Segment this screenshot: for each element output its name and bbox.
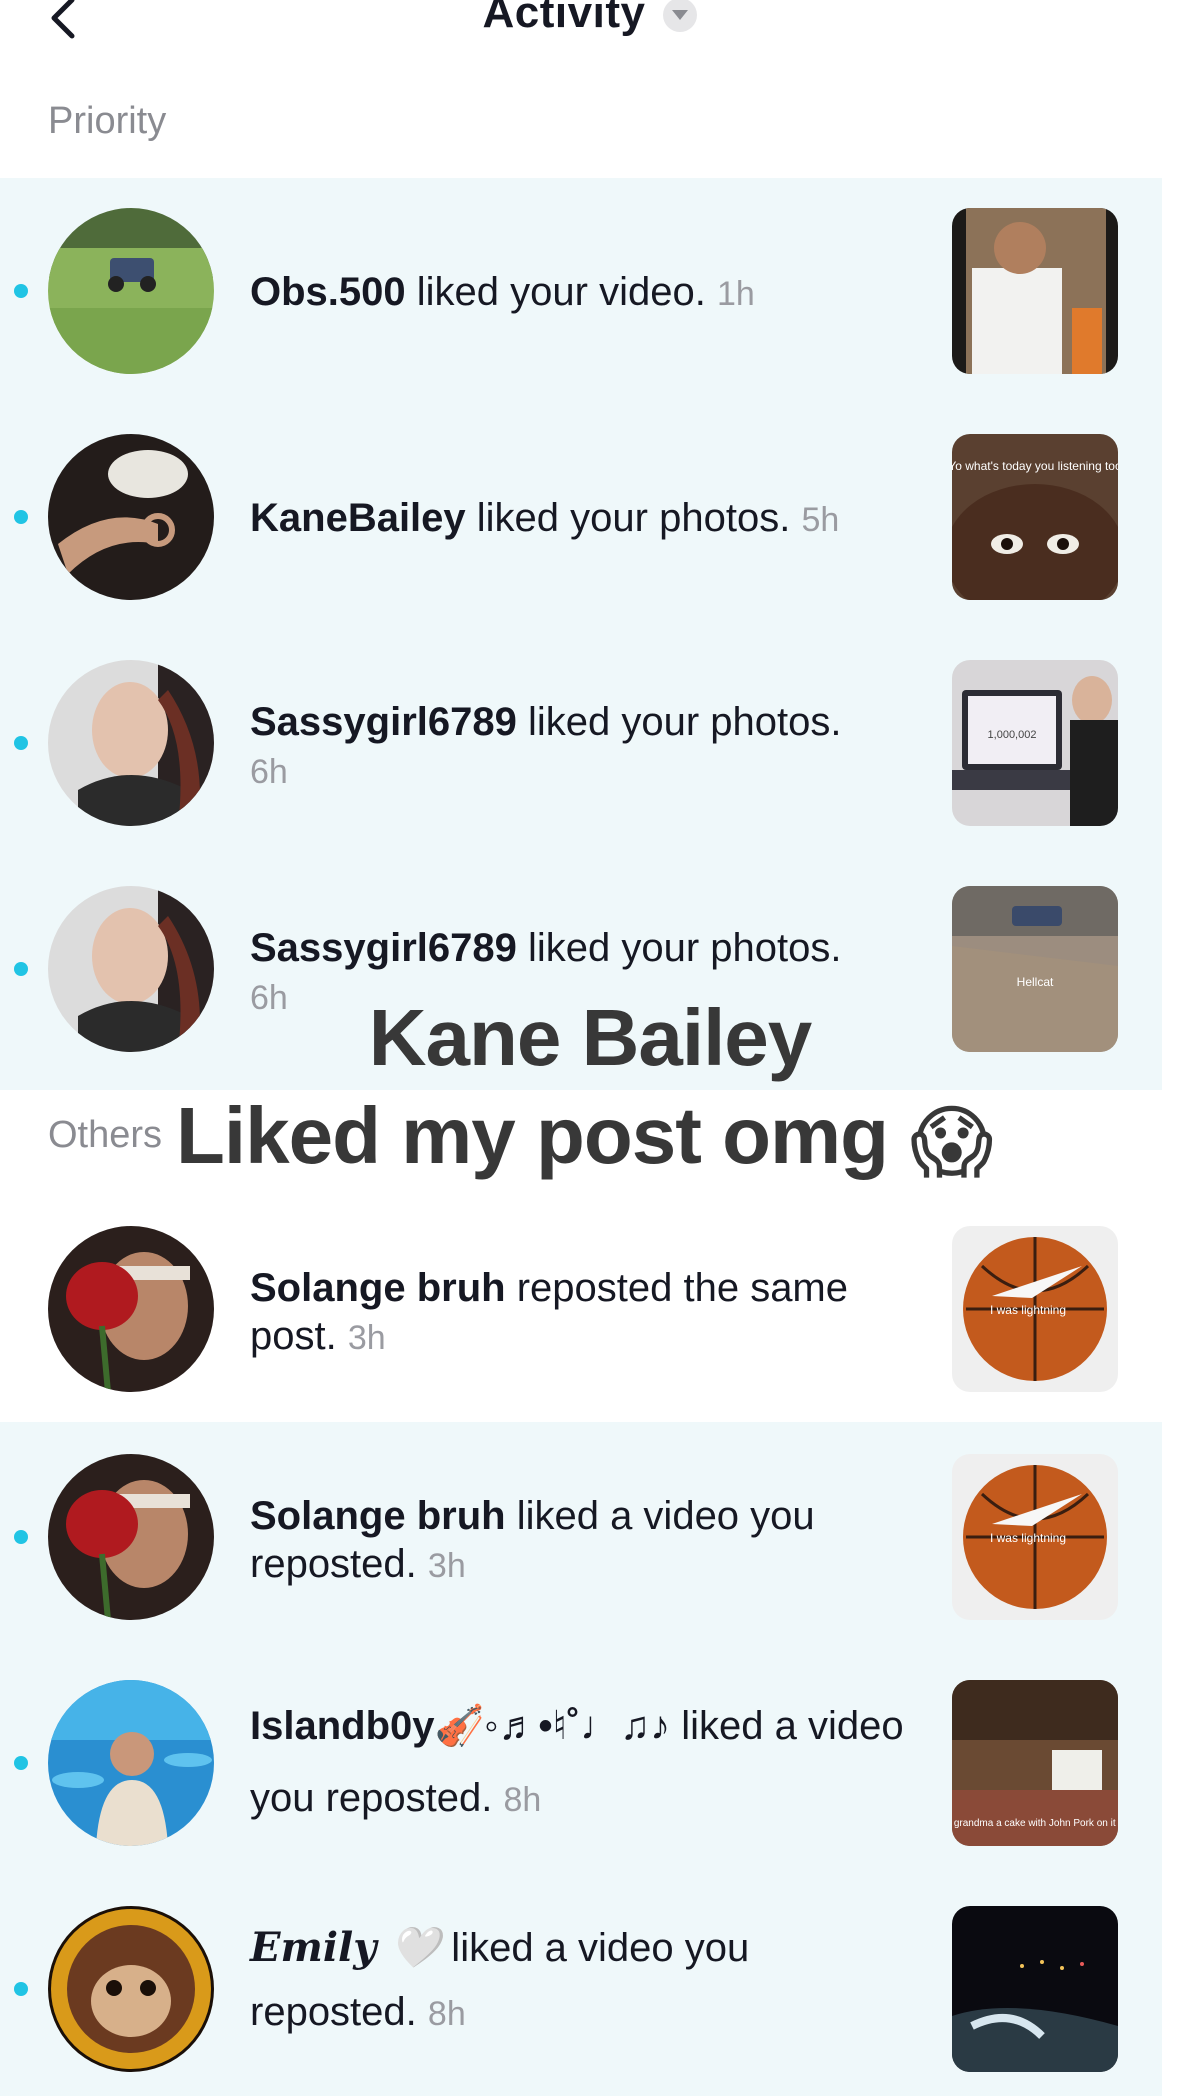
screaming-face-icon: 😱 bbox=[909, 1098, 993, 1187]
username[interactable]: Obs.500 bbox=[250, 270, 406, 314]
thumb-caption: I was lightning bbox=[990, 1303, 1066, 1317]
page-title: Activity bbox=[482, 0, 646, 37]
unread-dot bbox=[14, 284, 28, 298]
username[interactable]: Solange bruh bbox=[250, 1266, 506, 1310]
avatar[interactable] bbox=[48, 1454, 214, 1620]
avatar[interactable] bbox=[48, 1226, 214, 1392]
action-text: liked your photos. bbox=[516, 700, 842, 744]
username[interactable]: Sassygirl6789 bbox=[250, 700, 517, 744]
post-thumbnail[interactable]: Yo what's today you listening too bbox=[952, 434, 1118, 600]
notification-row[interactable]: Solange bruh liked a video you reposted.… bbox=[0, 1424, 1162, 1650]
notification-text: Islandb0y🎻◦♬•♮˚♩♫♪ liked a video you rep… bbox=[250, 1690, 920, 1836]
thumb-caption: Yo what's today you listening too bbox=[952, 459, 1118, 473]
notification-row[interactable]: Solange bruh reposted the same post. 3h … bbox=[0, 1196, 1162, 1422]
notification-text: 𝑬𝒎𝒊𝒍𝒚 🤍 liked a video you reposted. 8h bbox=[250, 1916, 920, 2046]
overlay-text-line2-label: Liked my post omg bbox=[176, 1091, 889, 1180]
username[interactable]: 𝑬𝒎𝒊𝒍𝒚 🤍 bbox=[250, 1924, 440, 1971]
overlay-text-line1: Kane Bailey bbox=[368, 993, 813, 1082]
unread-dot bbox=[14, 1530, 28, 1544]
username[interactable]: Solange bruh bbox=[250, 1494, 506, 1538]
thumb-caption: Giving grandma a cake with John Pork on … bbox=[952, 1818, 1118, 1829]
avatar[interactable] bbox=[48, 660, 214, 826]
username[interactable]: KaneBailey bbox=[250, 496, 466, 540]
notification-text: Solange bruh liked a video you reposted.… bbox=[250, 1492, 920, 1590]
timestamp: 1h bbox=[716, 275, 755, 313]
post-thumbnail[interactable] bbox=[952, 1906, 1118, 2072]
notification-text: Obs.500 liked your video. 1h bbox=[250, 268, 920, 318]
post-thumbnail[interactable]: I was lightning bbox=[952, 1454, 1118, 1620]
username[interactable]: Islandb0y🎻◦♬•♮˚♩♫♪ bbox=[250, 1704, 670, 1748]
timestamp: 3h bbox=[427, 1547, 466, 1585]
post-thumbnail[interactable] bbox=[952, 208, 1118, 374]
action-text: liked your photos. bbox=[516, 926, 842, 970]
timestamp: 8h bbox=[503, 1781, 542, 1819]
username[interactable]: Sassygirl6789 bbox=[250, 926, 517, 970]
post-thumbnail[interactable]: Giving grandma a cake with John Pork on … bbox=[952, 1680, 1118, 1846]
thumb-caption: I was lightning bbox=[990, 1531, 1066, 1545]
avatar[interactable] bbox=[48, 1906, 214, 2072]
notification-row[interactable]: 𝑬𝒎𝒊𝒍𝒚 🤍 liked a video you reposted. 8h bbox=[0, 1876, 1162, 2096]
post-thumbnail[interactable]: 1,000,002 bbox=[952, 660, 1118, 826]
notification-row[interactable]: KaneBailey liked your photos. 5h Yo what… bbox=[0, 404, 1162, 630]
unread-dot bbox=[14, 1756, 28, 1770]
avatar[interactable] bbox=[48, 1680, 214, 1846]
thumb-caption: 1,000,002 bbox=[988, 729, 1037, 741]
avatar[interactable] bbox=[48, 208, 214, 374]
overlay-text-line2: Liked my post omg 😱 bbox=[176, 1090, 993, 1187]
header: Activity bbox=[0, 0, 1180, 60]
timestamp: 5h bbox=[801, 501, 840, 539]
avatar[interactable] bbox=[48, 434, 214, 600]
unread-dot bbox=[14, 1982, 28, 1996]
notification-text: Sassygirl6789 liked your photos. 6h bbox=[250, 698, 920, 796]
title-selector[interactable]: Activity bbox=[0, 0, 1180, 38]
notification-text: KaneBailey liked your photos. 5h bbox=[250, 494, 920, 544]
action-text: liked your video. bbox=[405, 270, 706, 314]
section-label-priority: Priority bbox=[48, 100, 167, 142]
action-text: liked your photos. bbox=[465, 496, 791, 540]
notification-text: Solange bruh reposted the same post. 3h bbox=[250, 1264, 920, 1362]
post-thumbnail[interactable]: I was lightning bbox=[952, 1226, 1118, 1392]
notification-row[interactable]: Islandb0y🎻◦♬•♮˚♩♫♪ liked a video you rep… bbox=[0, 1650, 1162, 1876]
chevron-down-icon[interactable] bbox=[663, 0, 698, 32]
unread-dot bbox=[14, 736, 28, 750]
section-label-others: Others bbox=[48, 1114, 163, 1156]
unread-dot bbox=[14, 962, 28, 976]
timestamp: 3h bbox=[347, 1319, 386, 1357]
notification-row[interactable]: Sassygirl6789 liked your photos. 6h 1,000… bbox=[0, 630, 1162, 856]
unread-dot bbox=[14, 510, 28, 524]
timestamp: 8h bbox=[427, 1995, 466, 2033]
notification-row[interactable]: Obs.500 liked your video. 1h bbox=[0, 178, 1162, 404]
thumb-caption: Hellcat bbox=[1017, 975, 1054, 989]
timestamp: 6h bbox=[250, 753, 288, 791]
